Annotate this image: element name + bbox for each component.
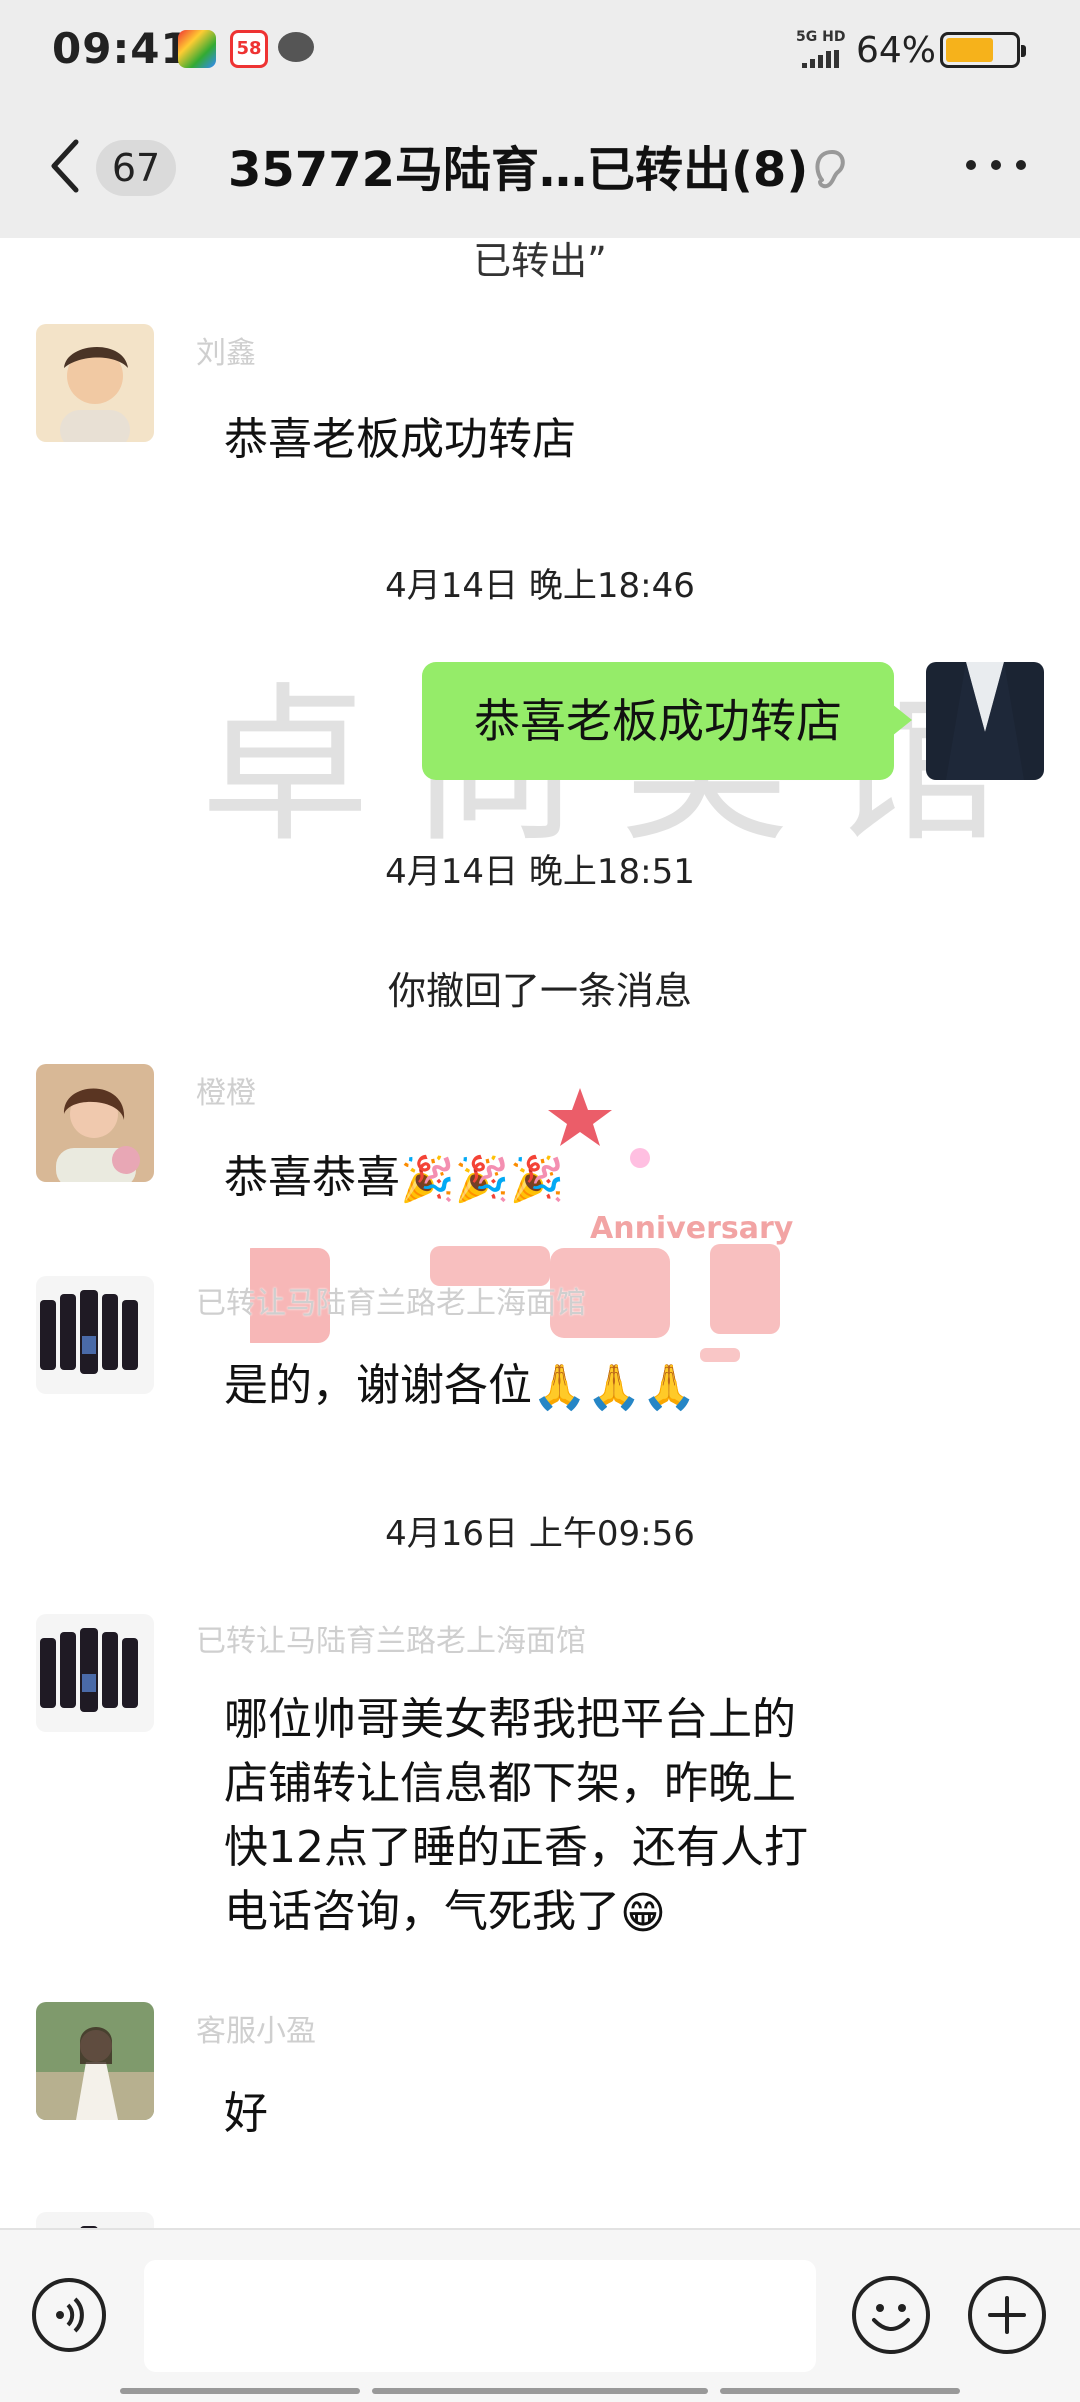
chat-message-list[interactable]: 卓尚美馆 Anniversary 已转出” 刘鑫 恭喜老板成功转店 4月14日 … xyxy=(0,238,1080,2228)
status-bar: 09:41 58 5G HD 64% xyxy=(0,0,1080,100)
message-text[interactable]: 哪位帅哥美女帮我把平台上的 店铺转让信息都下架，昨晚上 快12点了睡的正香，还有… xyxy=(224,1688,808,1946)
avatar[interactable] xyxy=(36,1064,154,1182)
emoji-icon[interactable] xyxy=(852,2276,930,2354)
message-text[interactable]: 是的，谢谢各位🙏🙏🙏 xyxy=(224,1354,696,1420)
system-nav-bar xyxy=(120,2388,360,2394)
battery-percent: 64% xyxy=(856,30,937,71)
timestamp: 4月16日 上午09:56 xyxy=(385,1514,695,1554)
timestamp: 4月14日 晚上18:51 xyxy=(385,852,695,892)
avatar[interactable] xyxy=(36,2212,154,2228)
network-type: 5G HD xyxy=(796,29,846,45)
folded-hands-icon: 🙏 xyxy=(586,1362,642,1413)
avatar[interactable] xyxy=(36,1276,154,1394)
ear-icon xyxy=(810,144,850,194)
message-input[interactable] xyxy=(144,2260,816,2372)
message-text[interactable]: 恭喜恭喜🎉🎉🎉 xyxy=(224,1146,564,1212)
my-message-bubble[interactable]: 恭喜老板成功转店 xyxy=(422,662,912,780)
folded-hands-icon: 🙏 xyxy=(641,1362,697,1413)
grinning-face-icon: 😁 xyxy=(620,1888,666,1939)
avatar[interactable] xyxy=(36,324,154,442)
message-text[interactable]: 好 xyxy=(224,2082,268,2146)
sender-name: 橙橙 xyxy=(196,1076,256,1111)
message-notification-icon xyxy=(278,32,314,62)
plus-icon[interactable] xyxy=(968,2276,1046,2354)
party-popper-icon: 🎉 xyxy=(400,1154,455,1205)
my-avatar[interactable] xyxy=(926,662,1044,780)
svg-text:Anniversary: Anniversary xyxy=(590,1211,794,1246)
avatar[interactable] xyxy=(36,1614,154,1732)
party-popper-icon: 🎉 xyxy=(454,1154,510,1205)
chevron-left-icon[interactable] xyxy=(46,136,86,196)
chat-title: 35772马陆育…已转出(8) xyxy=(228,142,809,198)
party-popper-icon: 🎉 xyxy=(509,1154,565,1205)
signal-icon xyxy=(802,50,842,68)
more-dots-icon[interactable] xyxy=(966,146,1026,186)
timestamp: 4月14日 晚上18:46 xyxy=(385,566,695,606)
sender-name: 已转让马陆育兰路老上海面馆 xyxy=(196,1286,586,1321)
sender-name: 刘鑫 xyxy=(196,336,256,371)
system-nav-bar xyxy=(720,2388,960,2394)
app-notification-icon xyxy=(178,30,216,68)
battery-icon xyxy=(940,32,1026,68)
input-bar xyxy=(0,2228,1080,2402)
58-app-icon: 58 xyxy=(230,30,268,68)
unread-count-badge[interactable]: 67 xyxy=(96,140,176,196)
chat-header: 67 35772马陆育…已转出(8) xyxy=(0,100,1080,238)
system-nav-bar xyxy=(372,2388,708,2394)
recall-notice: 你撤回了一条消息 xyxy=(387,969,692,1013)
voice-icon[interactable] xyxy=(32,2278,106,2352)
sender-name: 已转让马陆育兰路老上海面馆 xyxy=(196,1624,586,1659)
folded-hands-icon: 🙏 xyxy=(532,1362,587,1413)
sender-name: 客服小盈 xyxy=(196,2014,316,2049)
avatar[interactable] xyxy=(36,2002,154,2120)
partial-system-text: 已转出” xyxy=(473,239,607,283)
message-text[interactable]: 恭喜老板成功转店 xyxy=(224,408,576,472)
clock: 09:41 xyxy=(52,24,191,73)
